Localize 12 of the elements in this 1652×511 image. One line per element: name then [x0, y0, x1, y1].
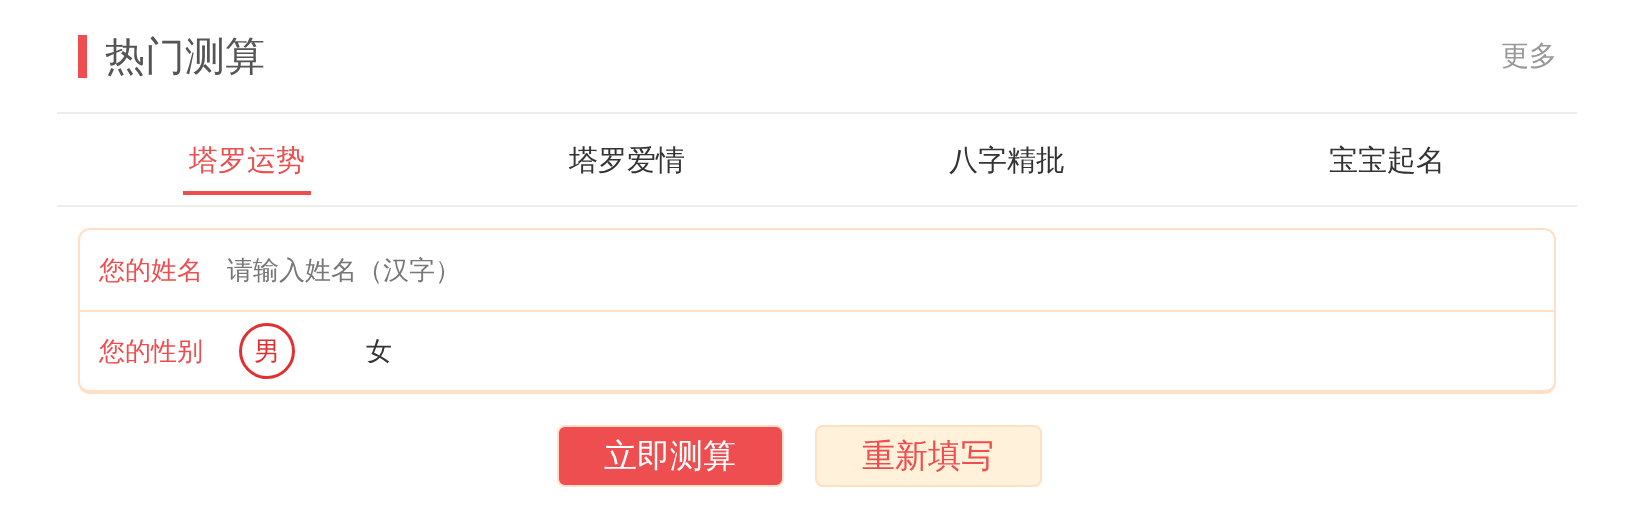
gender-option[interactable]: 男 — [239, 323, 295, 379]
tab[interactable]: 宝宝起名 — [1323, 130, 1451, 195]
reset-button[interactable]: 重新填写 — [814, 425, 1042, 487]
tab[interactable]: 塔罗爱情 — [563, 130, 691, 195]
tab[interactable]: 塔罗运势 — [183, 130, 311, 195]
field-label: 您的姓名 — [99, 253, 203, 287]
field-label: 您的性别 — [99, 334, 203, 368]
more-link[interactable]: 更多 — [1501, 37, 1557, 75]
title-accent-bar — [78, 34, 87, 78]
tab[interactable]: 八字精批 — [943, 130, 1071, 195]
submit-button[interactable]: 立即测算 — [556, 425, 784, 487]
section-title: 热门测算 — [105, 31, 265, 81]
